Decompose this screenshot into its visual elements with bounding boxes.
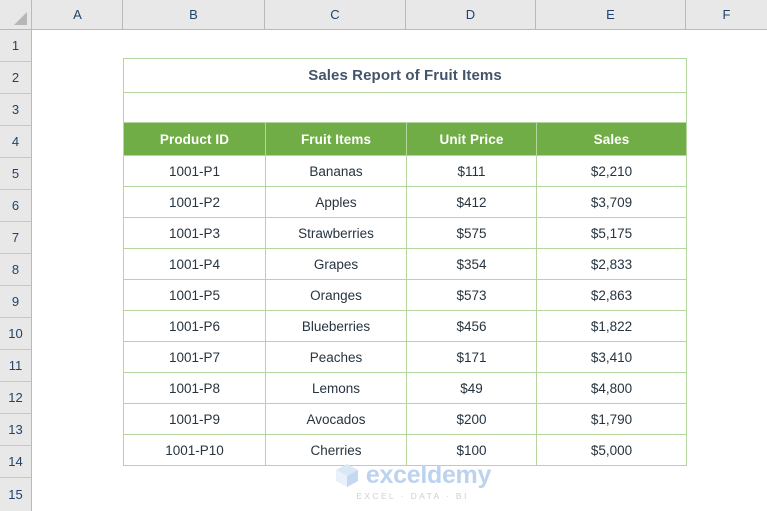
cell-product-id[interactable]: 1001-P4 <box>123 248 266 280</box>
row-header-8[interactable]: 8 <box>0 254 31 286</box>
grid-cells-area: Sales Report of Fruit Items Product ID F… <box>33 30 767 511</box>
table-row: 1001-P1 Bananas $111 $2,210 <box>123 155 688 187</box>
table-row: 1001-P6 Blueberries $456 $1,822 <box>123 310 688 342</box>
cell-unit-price[interactable]: $200 <box>406 403 537 435</box>
table-row: 1001-P3 Strawberries $575 $5,175 <box>123 217 688 249</box>
row-header-10[interactable]: 10 <box>0 318 31 350</box>
cell-fruit[interactable]: Blueberries <box>265 310 407 342</box>
cell-product-id[interactable]: 1001-P10 <box>123 434 266 466</box>
row-header-14[interactable]: 14 <box>0 446 31 478</box>
report-title: Sales Report of Fruit Items <box>122 58 688 93</box>
cell-unit-price[interactable]: $100 <box>406 434 537 466</box>
cell-unit-price[interactable]: $412 <box>406 186 537 218</box>
column-label-product-id: Product ID <box>123 122 266 156</box>
cell-fruit[interactable]: Oranges <box>265 279 407 311</box>
cell-product-id[interactable]: 1001-P5 <box>123 279 266 311</box>
cell-fruit[interactable]: Peaches <box>265 341 407 373</box>
cell-product-id[interactable]: 1001-P9 <box>123 403 266 435</box>
table-spacer-row <box>122 92 688 123</box>
cell-product-id[interactable]: 1001-P2 <box>123 186 266 218</box>
row-header-5[interactable]: 5 <box>0 158 31 190</box>
table-row: 1001-P8 Lemons $49 $4,800 <box>123 372 688 404</box>
cell-fruit[interactable]: Strawberries <box>265 217 407 249</box>
cell-sales[interactable]: $1,822 <box>535 310 688 342</box>
cell-sales[interactable]: $3,709 <box>535 186 688 218</box>
cell-unit-price[interactable]: $49 <box>406 372 537 404</box>
column-label-unit-price: Unit Price <box>406 122 537 156</box>
column-header-b[interactable]: B <box>123 0 265 29</box>
row-header-9[interactable]: 9 <box>0 286 31 318</box>
column-header-c[interactable]: C <box>265 0 406 29</box>
row-header-12[interactable]: 12 <box>0 382 31 414</box>
row-header-11[interactable]: 11 <box>0 350 31 382</box>
cell-sales[interactable]: $2,210 <box>535 155 688 187</box>
row-header-15[interactable]: 15 <box>0 478 31 511</box>
column-label-sales: Sales <box>535 122 688 156</box>
table-row: 1001-P4 Grapes $354 $2,833 <box>123 248 688 280</box>
row-header-7[interactable]: 7 <box>0 222 31 254</box>
table-header-row: Product ID Fruit Items Unit Price Sales <box>123 122 688 156</box>
cell-unit-price[interactable]: $575 <box>406 217 537 249</box>
cell-fruit[interactable]: Apples <box>265 186 407 218</box>
row-header-2[interactable]: 2 <box>0 62 31 94</box>
row-header-6[interactable]: 6 <box>0 190 31 222</box>
table-row: 1001-P5 Oranges $573 $2,863 <box>123 279 688 311</box>
cell-sales[interactable]: $4,800 <box>535 372 688 404</box>
spreadsheet-canvas: A B C D E F 1 2 3 4 5 6 7 8 9 10 11 12 1… <box>0 0 767 511</box>
sales-report-table: Sales Report of Fruit Items Product ID F… <box>122 58 688 466</box>
column-header-a[interactable]: A <box>33 0 123 29</box>
row-header-3[interactable]: 3 <box>0 94 31 126</box>
column-label-fruit-items: Fruit Items <box>265 122 407 156</box>
cell-product-id[interactable]: 1001-P1 <box>123 155 266 187</box>
cell-unit-price[interactable]: $111 <box>406 155 537 187</box>
column-header-strip: A B C D E F <box>0 0 767 30</box>
watermark-brand: exceldemy <box>365 460 492 489</box>
cell-fruit[interactable]: Grapes <box>265 248 407 280</box>
cell-unit-price[interactable]: $573 <box>406 279 537 311</box>
cell-fruit[interactable]: Bananas <box>265 155 407 187</box>
cell-sales[interactable]: $2,833 <box>535 248 688 280</box>
select-all-triangle-icon <box>14 12 27 25</box>
cell-sales[interactable]: $3,410 <box>535 341 688 373</box>
cell-sales[interactable]: $2,863 <box>535 279 688 311</box>
spacer-cell <box>122 92 688 123</box>
exceldemy-watermark: exceldemy EXCEL · DATA · BI <box>310 462 515 502</box>
row-header-1[interactable]: 1 <box>0 30 31 62</box>
cell-unit-price[interactable]: $171 <box>406 341 537 373</box>
column-header-d[interactable]: D <box>406 0 536 29</box>
cell-sales[interactable]: $5,175 <box>535 217 688 249</box>
cell-sales[interactable]: $1,790 <box>535 403 688 435</box>
row-header-4[interactable]: 4 <box>0 126 31 158</box>
cell-fruit[interactable]: Cherries <box>265 434 407 466</box>
select-all-button[interactable] <box>0 0 32 29</box>
table-row: 1001-P2 Apples $412 $3,709 <box>123 186 688 218</box>
row-header-strip: 1 2 3 4 5 6 7 8 9 10 11 12 13 14 15 <box>0 30 32 511</box>
cell-fruit[interactable]: Lemons <box>265 372 407 404</box>
column-header-f[interactable]: F <box>686 0 767 29</box>
table-row: 1001-P10 Cherries $100 $5,000 <box>123 434 688 466</box>
table-row: 1001-P7 Peaches $171 $3,410 <box>123 341 688 373</box>
cell-fruit[interactable]: Avocados <box>265 403 407 435</box>
cell-unit-price[interactable]: $456 <box>406 310 537 342</box>
cell-product-id[interactable]: 1001-P3 <box>123 217 266 249</box>
table-title-row: Sales Report of Fruit Items <box>122 58 688 93</box>
watermark-tagline: EXCEL · DATA · BI <box>356 491 469 501</box>
column-header-e[interactable]: E <box>536 0 686 29</box>
cell-product-id[interactable]: 1001-P6 <box>123 310 266 342</box>
cell-unit-price[interactable]: $354 <box>406 248 537 280</box>
cell-product-id[interactable]: 1001-P8 <box>123 372 266 404</box>
row-header-13[interactable]: 13 <box>0 414 31 446</box>
cell-product-id[interactable]: 1001-P7 <box>123 341 266 373</box>
table-row: 1001-P9 Avocados $200 $1,790 <box>123 403 688 435</box>
cell-sales[interactable]: $5,000 <box>535 434 688 466</box>
